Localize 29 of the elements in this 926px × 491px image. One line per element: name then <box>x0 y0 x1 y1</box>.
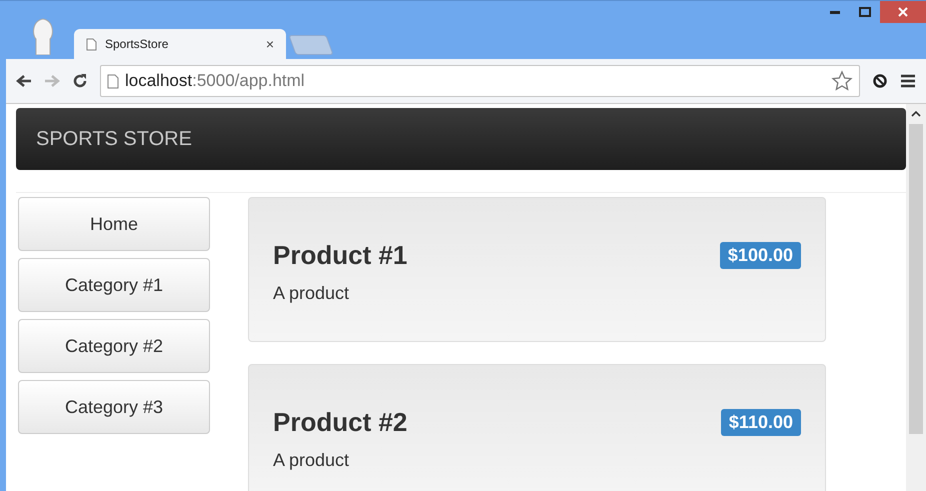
product-name: Product #1 <box>273 240 408 271</box>
back-button[interactable] <box>16 74 32 88</box>
tab-title: SportsStore <box>105 37 170 51</box>
category-button[interactable]: Home <box>18 197 210 251</box>
url-text: localhost:5000/app.html <box>125 71 305 91</box>
reload-button[interactable] <box>72 73 88 89</box>
product-description: A product <box>273 283 350 304</box>
scroll-up-icon[interactable] <box>911 110 921 118</box>
tab-close-button[interactable]: × <box>266 36 274 52</box>
maximize-icon <box>859 7 871 17</box>
page-icon <box>107 74 119 88</box>
scrollbar[interactable] <box>906 104 926 491</box>
product-name: Product #2 <box>273 407 408 438</box>
address-bar[interactable]: localhost:5000/app.html <box>100 65 860 97</box>
brand-title[interactable]: SPORTS STORE <box>36 128 192 150</box>
product-description: A product <box>273 450 350 471</box>
minimize-icon <box>830 10 840 14</box>
price-label: $100.00 <box>720 242 801 269</box>
browser-tab[interactable]: SportsStore × <box>74 29 286 59</box>
menu-icon[interactable] <box>900 74 916 88</box>
close-button[interactable] <box>880 1 926 23</box>
category-button[interactable]: Category #3 <box>18 380 210 434</box>
star-icon[interactable] <box>831 70 853 92</box>
scrollbar-thumb[interactable] <box>909 124 923 434</box>
page-icon <box>86 38 97 50</box>
price-label: $110.00 <box>720 409 801 436</box>
close-icon <box>898 7 908 17</box>
category-button[interactable]: Category #1 <box>18 258 210 312</box>
category-button[interactable]: Category #2 <box>18 319 210 373</box>
